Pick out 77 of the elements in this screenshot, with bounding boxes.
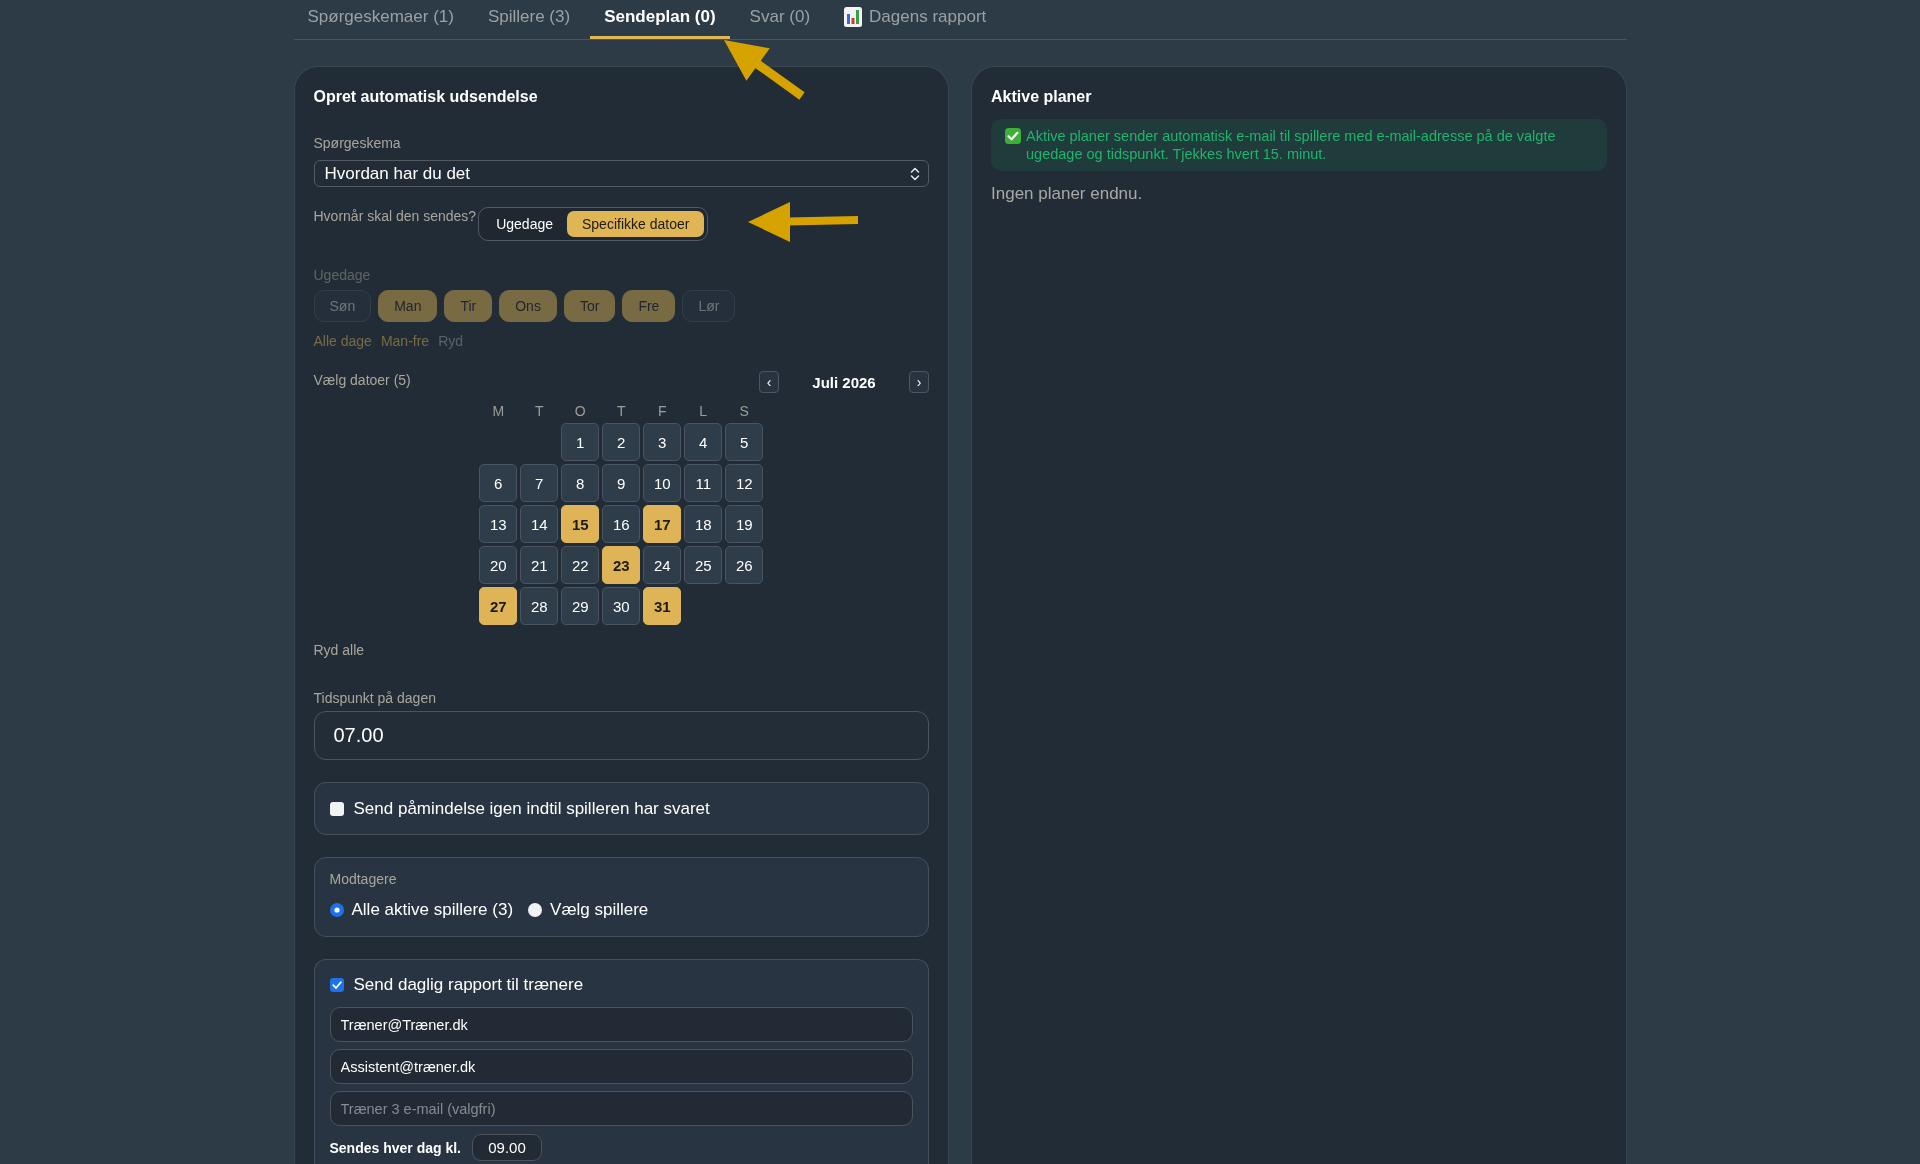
date-cell[interactable]: 24 <box>643 546 682 584</box>
time-field[interactable]: 07.00 <box>313 711 929 760</box>
date-cell[interactable]: 14 <box>520 505 559 543</box>
weekday-header: T <box>533 403 545 419</box>
weekday-header: L <box>698 403 709 419</box>
next-month-button[interactable]: › <box>909 371 929 393</box>
date-cell[interactable]: 7 <box>520 464 559 502</box>
tab[interactable]: Spillere (3) <box>473 0 585 39</box>
date-cell[interactable]: 31 <box>643 587 682 625</box>
field-label: Hvornår skal den sendes? <box>313 207 477 225</box>
date-cell[interactable]: 28 <box>520 587 559 625</box>
mode-option[interactable]: Ugedage <box>482 211 567 237</box>
date-cell[interactable]: 3 <box>643 423 682 461</box>
date-cell[interactable]: 11 <box>684 464 723 502</box>
date-cell[interactable]: 13 <box>479 505 518 543</box>
tab[interactable]: Spørgeskemaer (1) <box>293 0 468 39</box>
tab[interactable]: Dagens rapport <box>830 0 1001 39</box>
bar-chart-icon <box>844 7 863 27</box>
date-cell[interactable]: 5 <box>725 423 764 461</box>
date-cell[interactable]: 4 <box>684 423 723 461</box>
email-field[interactable]: Træner@Træner.dk <box>329 1007 913 1042</box>
date-cell[interactable]: 27 <box>479 587 518 625</box>
panel-title: Opret automatisk udsendelse <box>313 87 538 107</box>
field-label: Sendes hver dag kl. <box>329 1139 461 1156</box>
date-cell[interactable]: 17 <box>643 505 682 543</box>
date-cell[interactable]: 25 <box>684 546 723 584</box>
field-label: Modtagere <box>329 870 398 888</box>
field-label: Tidspunkt på dagen <box>313 689 436 707</box>
date-cell[interactable]: 22 <box>561 546 600 584</box>
date-cell[interactable]: 21 <box>520 546 559 584</box>
prev-month-button[interactable]: ‹ <box>759 371 779 393</box>
field-label: Vælg datoer (5) <box>313 371 411 389</box>
radio-button[interactable] <box>329 903 344 917</box>
month-label: Juli 2026 <box>811 373 877 391</box>
date-cell[interactable]: 12 <box>725 464 764 502</box>
mode-option[interactable]: Specifikke datoer <box>567 211 705 237</box>
weekday-header: M <box>491 403 506 419</box>
date-cell[interactable]: 1 <box>561 423 600 461</box>
date-cell[interactable]: 29 <box>561 587 600 625</box>
radio-label: Vælg spillere <box>550 899 649 921</box>
panel-title: Aktive planer <box>991 87 1092 107</box>
date-cell[interactable]: 20 <box>479 546 518 584</box>
date-cell[interactable]: 2 <box>602 423 641 461</box>
clear-all-link[interactable]: Ryd alle <box>313 641 365 659</box>
field-label: Spørgeskema <box>313 134 401 152</box>
check-mark-icon <box>1005 128 1021 144</box>
date-cell[interactable]: 8 <box>561 464 600 502</box>
field-label: Ugedage <box>313 266 371 284</box>
empty-state-text: Ingen planer endnu. <box>991 183 1144 205</box>
date-cell[interactable]: 18 <box>684 505 723 543</box>
weekday-header: S <box>738 403 750 419</box>
weekday-header: O <box>573 403 587 419</box>
email-field[interactable]: Assistent@træner.dk <box>329 1049 913 1084</box>
weekday-header: F <box>656 403 668 419</box>
email-field[interactable]: Træner 3 e-mail (valgfri) <box>329 1091 913 1126</box>
date-cell[interactable]: 30 <box>602 587 641 625</box>
date-cell[interactable]: 15 <box>561 505 600 543</box>
checkbox-label: Send daglig rapport til trænere <box>353 974 584 996</box>
questionnaire-select[interactable]: Hvordan har du det <box>313 160 929 187</box>
date-cell[interactable]: 10 <box>643 464 682 502</box>
tab[interactable]: Sendeplan (0) <box>590 0 730 39</box>
date-cell[interactable]: 16 <box>602 505 641 543</box>
date-cell[interactable]: 23 <box>602 546 641 584</box>
checkbox-label: Send påmindelse igen indtil spilleren har svaret <box>353 798 710 820</box>
weekday-header: T <box>615 403 627 419</box>
checkbox[interactable] <box>329 978 344 992</box>
info-text: Aktive planer sender automatisk e-mail til spillere med e-mail-adresse på de valgte ugedage og tidspunkt. Tjekkes hvert 15. minut. <box>1026 127 1557 163</box>
radio-button[interactable] <box>528 903 543 917</box>
time-field[interactable]: 09.00 <box>472 1134 542 1161</box>
tab[interactable]: Svar (0) <box>735 0 825 39</box>
checkbox[interactable] <box>329 802 344 816</box>
radio-label: Alle aktive spillere (3) <box>351 899 514 921</box>
date-cell[interactable]: 26 <box>725 546 764 584</box>
date-cell[interactable]: 19 <box>725 505 764 543</box>
chevron-updown-icon <box>910 166 920 181</box>
date-cell[interactable]: 6 <box>479 464 518 502</box>
date-cell[interactable]: 9 <box>602 464 641 502</box>
